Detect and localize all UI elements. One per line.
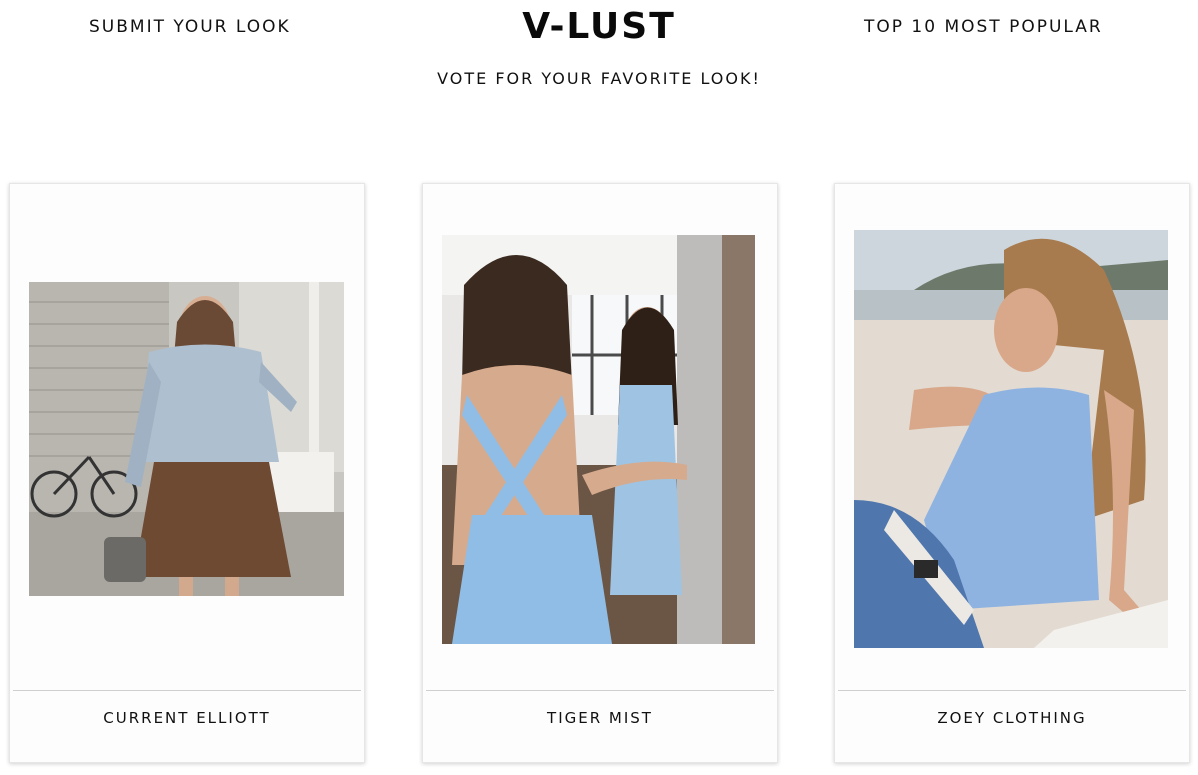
look-photo-current-elliott[interactable] (29, 282, 344, 596)
look-photo-graphic (442, 235, 755, 644)
look-photo-zoey-clothing[interactable] (854, 230, 1168, 648)
look-card-current-elliott[interactable]: CURRENT ELLIOTT (9, 183, 365, 763)
look-photo-graphic (854, 230, 1168, 648)
look-card-tiger-mist[interactable]: TIGER MIST (422, 183, 778, 763)
look-brand-name: ZOEY CLOTHING (937, 709, 1087, 727)
card-divider (13, 690, 361, 691)
card-divider (426, 690, 774, 691)
vote-page: SUBMIT YOUR LOOK V-LUST TOP 10 MOST POPU… (0, 0, 1198, 775)
look-brand-name: TIGER MIST (547, 709, 653, 727)
top-10-most-popular-link[interactable]: TOP 10 MOST POPULAR (864, 17, 1103, 37)
page-tagline: VOTE FOR YOUR FAVORITE LOOK! (437, 69, 761, 88)
card-divider (838, 690, 1186, 691)
look-photo-tiger-mist[interactable] (442, 235, 755, 644)
look-photo-graphic (29, 282, 344, 596)
look-card-zoey-clothing[interactable]: ZOEY CLOTHING (834, 183, 1190, 763)
look-brand-name: CURRENT ELLIOTT (103, 709, 271, 727)
